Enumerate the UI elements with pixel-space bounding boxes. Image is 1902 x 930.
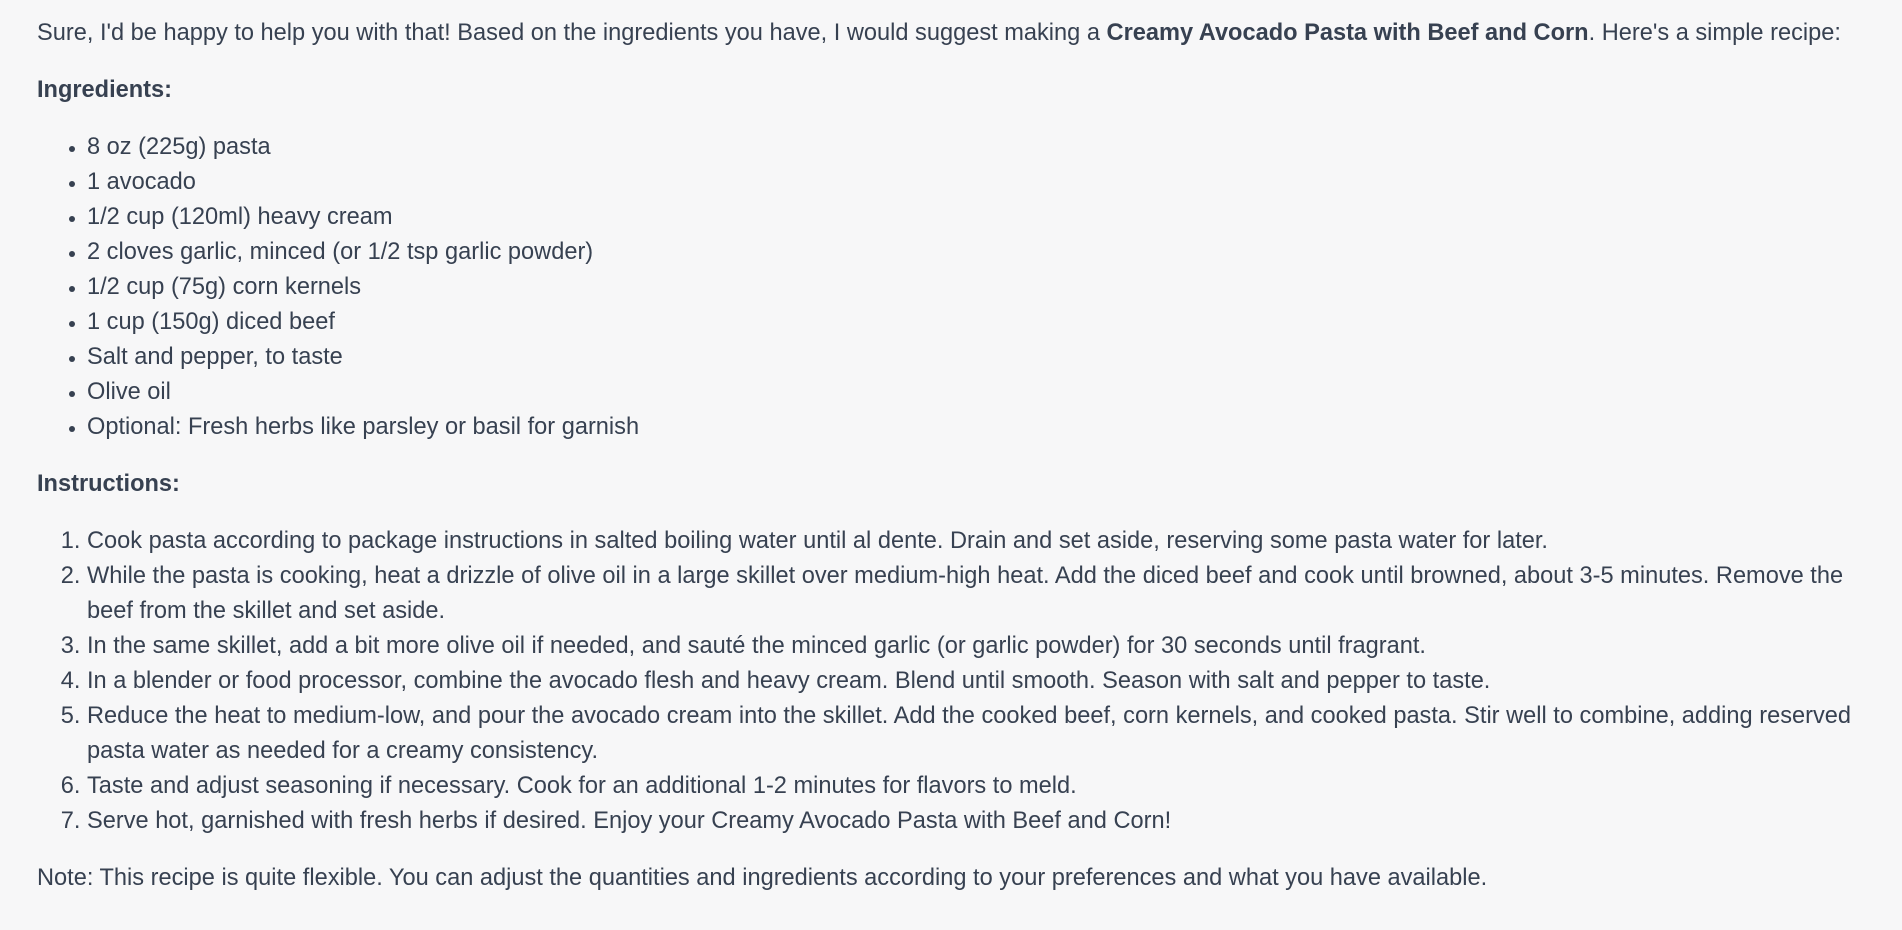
instruction-step: Taste and adjust seasoning if necessary.… bbox=[87, 769, 1877, 804]
ingredients-heading: Ingredients: bbox=[37, 77, 173, 103]
instructions-list: Cook pasta according to package instruct… bbox=[37, 524, 1877, 839]
instruction-step: Serve hot, garnished with fresh herbs if… bbox=[87, 804, 1877, 839]
instructions-heading: Instructions: bbox=[37, 471, 180, 497]
instruction-step: Reduce the heat to medium-low, and pour … bbox=[87, 699, 1877, 769]
intro-paragraph: Sure, I'd be happy to help you with that… bbox=[37, 16, 1877, 51]
intro-prefix: Sure, I'd be happy to help you with that… bbox=[37, 20, 1107, 46]
ingredient-item: 8 oz (225g) pasta bbox=[87, 130, 1877, 165]
ingredient-item: 1/2 cup (75g) corn kernels bbox=[87, 270, 1877, 305]
instruction-step: In the same skillet, add a bit more oliv… bbox=[87, 629, 1877, 664]
ingredient-item: 1/2 cup (120ml) heavy cream bbox=[87, 200, 1877, 235]
dish-name: Creamy Avocado Pasta with Beef and Corn bbox=[1106, 20, 1589, 46]
ingredients-list: 8 oz (225g) pasta 1 avocado 1/2 cup (120… bbox=[37, 130, 1877, 445]
intro-suffix: . Here's a simple recipe: bbox=[1588, 20, 1841, 46]
instruction-step: Cook pasta according to package instruct… bbox=[87, 524, 1877, 559]
ingredient-item: 1 cup (150g) diced beef bbox=[87, 305, 1877, 340]
instruction-step: While the pasta is cooking, heat a drizz… bbox=[87, 559, 1877, 629]
note-paragraph: Note: This recipe is quite flexible. You… bbox=[37, 865, 1488, 891]
instruction-step: In a blender or food processor, combine … bbox=[87, 664, 1877, 699]
chat-response: Sure, I'd be happy to help you with that… bbox=[37, 16, 1877, 896]
ingredient-item: Olive oil bbox=[87, 375, 1877, 410]
ingredient-item: 2 cloves garlic, minced (or 1/2 tsp garl… bbox=[87, 235, 1877, 270]
ingredient-item: 1 avocado bbox=[87, 165, 1877, 200]
ingredient-item: Salt and pepper, to taste bbox=[87, 340, 1877, 375]
ingredient-item: Optional: Fresh herbs like parsley or ba… bbox=[87, 410, 1877, 445]
